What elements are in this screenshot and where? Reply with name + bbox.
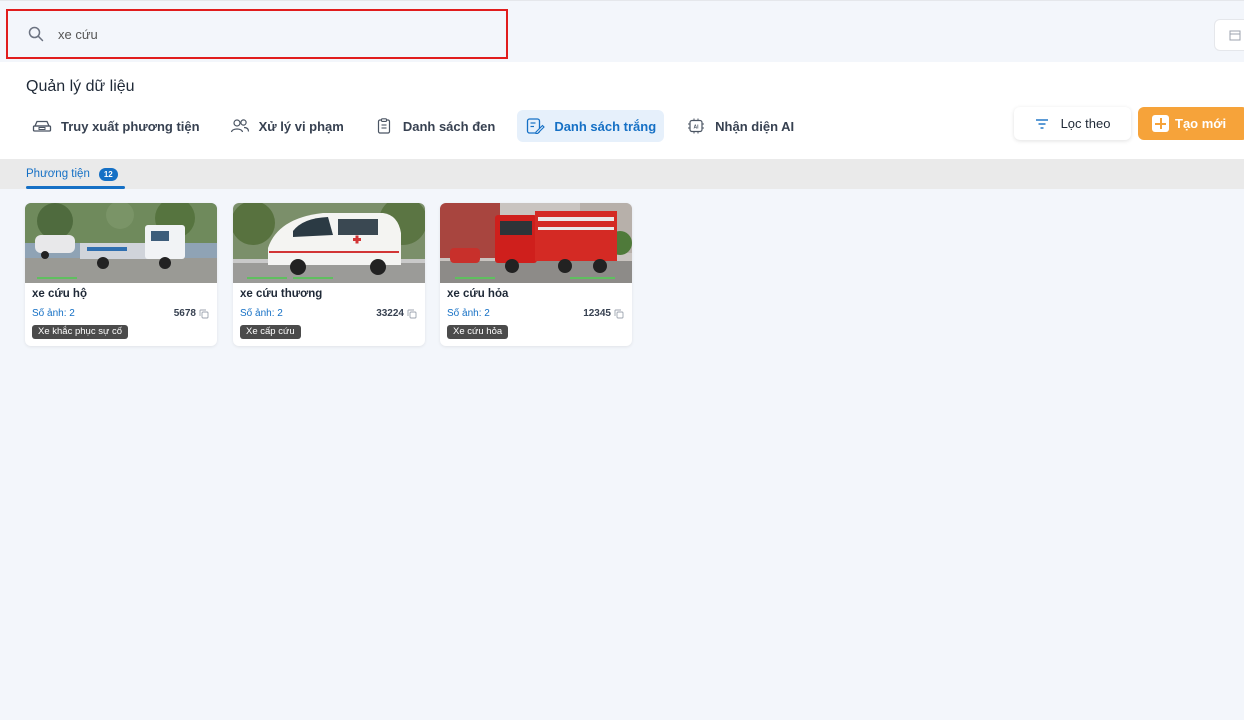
- category-tag: Xe cứu hỏa: [447, 325, 509, 339]
- vehicle-card[interactable]: xe cứu thương Số ảnh: 2 33224 Xe cấp cứu: [233, 203, 425, 346]
- vehicle-name: xe cứu thương: [240, 288, 323, 300]
- image-count: Số ảnh: 2: [447, 308, 490, 319]
- active-subtab-indicator: [26, 186, 125, 189]
- tab-whitelist[interactable]: Danh sách trắng: [517, 110, 665, 142]
- tab-ai-recognition[interactable]: AI Nhận diện AI: [678, 110, 802, 142]
- image-count: Số ảnh: 2: [240, 308, 283, 319]
- filter-icon: [1035, 118, 1048, 129]
- tab-label: Truy xuất phương tiện: [61, 118, 200, 134]
- calendar-icon: [1229, 30, 1241, 41]
- count-badge: 12: [98, 167, 118, 181]
- tab-vehicle-lookup[interactable]: Truy xuất phương tiện: [26, 110, 208, 142]
- vehicle-number: 33224: [376, 308, 417, 319]
- main-tabs: Truy xuất phương tiện Xử lý vi phạm Danh…: [26, 110, 816, 142]
- search-box[interactable]: [6, 9, 508, 59]
- vehicle-name: xe cứu hộ: [32, 288, 87, 300]
- tab-label: Nhận diện AI: [715, 118, 795, 134]
- tab-violations[interactable]: Xử lý vi phạm: [222, 110, 352, 142]
- image-count: Số ảnh: 2: [32, 308, 75, 319]
- tab-label: Xử lý vi phạm: [258, 118, 344, 134]
- vehicle-number: 12345: [583, 308, 624, 319]
- tab-label: Danh sách trắng: [554, 118, 657, 134]
- clipboard-icon: [377, 118, 390, 134]
- search-input[interactable]: [58, 26, 478, 42]
- create-button[interactable]: Tạo mới: [1138, 107, 1244, 140]
- number-value: 33224: [376, 308, 404, 319]
- vehicle-image: [233, 203, 425, 283]
- plus-icon: [1152, 115, 1169, 132]
- top-bar: [0, 0, 1244, 62]
- category-tag: Xe khắc phục sự cố: [32, 325, 128, 339]
- filter-label: Lọc theo: [1060, 116, 1111, 131]
- tab-label: Danh sách đen: [402, 118, 496, 134]
- tab-blacklist[interactable]: Danh sách đen: [366, 110, 503, 142]
- create-label: Tạo mới: [1175, 116, 1227, 131]
- car-icon: [32, 120, 52, 132]
- subtab-label: Phương tiện: [26, 168, 90, 180]
- filter-button[interactable]: Lọc theo: [1014, 107, 1131, 140]
- vehicle-name: xe cứu hỏa: [447, 288, 509, 300]
- copy-icon[interactable]: [407, 309, 417, 319]
- users-icon: [230, 119, 249, 133]
- page-header: Quản lý dữ liệu Truy xuất phương tiện Xử…: [0, 62, 1244, 159]
- category-tag: Xe cấp cứu: [240, 325, 301, 339]
- copy-icon[interactable]: [614, 309, 624, 319]
- vehicle-number: 5678: [174, 308, 209, 319]
- ai-chip-icon: AI: [688, 118, 705, 134]
- svg-text:AI: AI: [694, 124, 700, 130]
- subtab-vehicles[interactable]: Phương tiện 12: [26, 159, 118, 189]
- vehicle-image: [25, 203, 217, 283]
- number-value: 12345: [583, 308, 611, 319]
- copy-icon[interactable]: [199, 309, 209, 319]
- sub-tabs: Phương tiện 12: [0, 159, 1244, 189]
- date-picker-button[interactable]: [1214, 19, 1244, 51]
- number-value: 5678: [173, 308, 196, 319]
- page-title: Quản lý dữ liệu: [26, 78, 135, 95]
- list-edit-icon: [527, 118, 546, 134]
- search-icon: [28, 26, 44, 42]
- vehicle-card[interactable]: xe cứu hỏa Số ảnh: 2 12345 Xe cứu hỏa: [440, 203, 632, 346]
- vehicle-image: [440, 203, 632, 283]
- vehicle-card[interactable]: xe cứu hộ Số ảnh: 2 5678 Xe khắc phục sự…: [25, 203, 217, 346]
